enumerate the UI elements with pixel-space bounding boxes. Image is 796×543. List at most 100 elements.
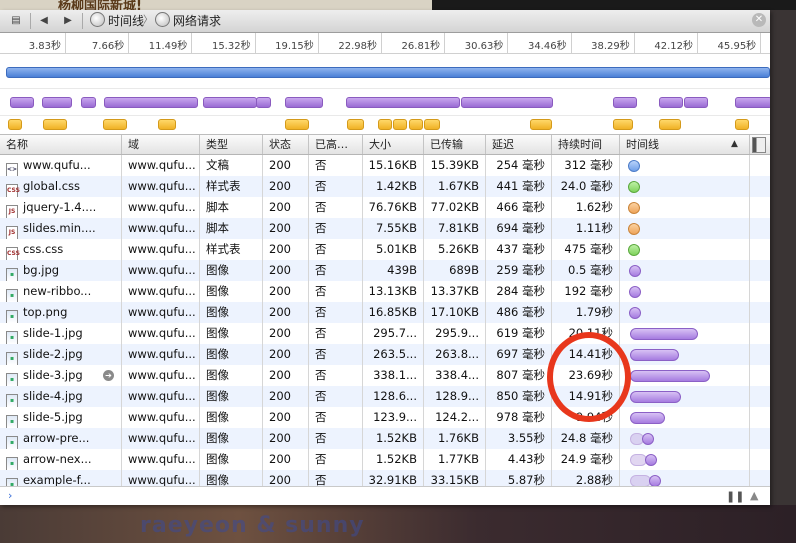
latency-cell: 3.55秒 — [486, 428, 552, 449]
table-row[interactable]: ▪ slide-4.jpg www.qufu... 图像 200 否 128.6... 128… — [0, 386, 770, 407]
table-row[interactable]: ▪ slide-2.jpg www.qufu... 图像 200 否 263.5... 263… — [0, 344, 770, 365]
cached-cell: 否 — [309, 155, 363, 176]
transferred-cell: 263.8... — [424, 344, 486, 365]
latency-cell: 850 毫秒 — [486, 386, 552, 407]
status-cell: 200 — [263, 218, 309, 239]
table-row[interactable]: ▪ arrow-pre... www.qufu... 图像 200 否 1.52KB 1.76… — [0, 428, 770, 449]
overview-row-images — [0, 88, 770, 116]
ruler-tick — [444, 33, 446, 53]
cached-column-header[interactable]: 已高… — [309, 135, 363, 154]
size-column-header[interactable]: 大小 — [363, 135, 424, 154]
duration-column-header[interactable]: 持续时间 — [552, 135, 620, 154]
transferred-column-header[interactable]: 已传输 — [424, 135, 486, 154]
size-cell: 1.42KB — [363, 176, 424, 197]
sort-ascending-icon[interactable]: ▲ — [731, 135, 738, 154]
table-row[interactable]: ▪ bg.jpg www.qufu... 图像 200 否 439B 689B 259 毫秒 0.… — [0, 260, 770, 281]
go-to-resource-icon[interactable]: ➔ — [103, 370, 114, 381]
overview-bar — [530, 119, 552, 130]
highlight-circle-annotation — [547, 332, 631, 422]
resource-name: slide-2.jpg — [23, 347, 83, 361]
cached-cell: 否 — [309, 449, 363, 470]
timeline-ruler: 3.83秒 7.66秒 11.49秒 15.32秒 19.15秒 22.98秒 26.81秒… — [0, 33, 770, 54]
ruler-tick — [381, 33, 382, 53]
transferred-cell: 338.4... — [424, 365, 486, 386]
back-button[interactable]: ◀ — [34, 12, 54, 30]
name-cell: ▪ arrow-pre... — [0, 428, 122, 449]
status-bar: › ❚❚ ▲ — [0, 486, 770, 505]
network-inspector-window: ▤ ◀ ▶ 时间线 〉 网络请求 ✕ 3.83秒 7.66秒 11.49秒 15.32… — [0, 10, 770, 505]
overview-bar — [378, 119, 392, 130]
latency-cell: 807 毫秒 — [486, 365, 552, 386]
status-column-header[interactable]: 状态 — [263, 135, 309, 154]
console-prompt-icon[interactable]: › — [8, 489, 12, 502]
status-cell: 200 — [263, 239, 309, 260]
cached-cell: 否 — [309, 260, 363, 281]
cached-cell: 否 — [309, 323, 363, 344]
duration-cell: 24.8 毫秒 — [552, 428, 620, 449]
css-file-icon: CSS — [6, 184, 20, 197]
type-cell: 图像 — [200, 407, 263, 428]
name-column-header[interactable]: 名称 — [0, 135, 122, 154]
toolbar-menu-button[interactable]: ▤ — [6, 12, 26, 30]
type-cell: 图像 — [200, 344, 263, 365]
name-cell: ▪ new-ribbo... — [0, 281, 122, 302]
breadcrumb-network-requests[interactable]: 网络请求 — [155, 10, 221, 32]
table-row[interactable]: ▪ slide-1.jpg www.qufu... 图像 200 否 295.7... 295… — [0, 323, 770, 344]
overview-bar — [659, 97, 683, 108]
type-cell: 脚本 — [200, 218, 263, 239]
latency-cell: 466 毫秒 — [486, 197, 552, 218]
breadcrumb-timeline[interactable]: 时间线 — [90, 10, 144, 32]
overview-bar — [461, 97, 553, 108]
domain-cell: www.qufu... — [122, 365, 200, 386]
cached-cell: 否 — [309, 197, 363, 218]
column-chooser-icon[interactable] — [752, 137, 766, 153]
timeline-overview[interactable] — [0, 54, 770, 134]
image-file-icon: ▪ — [6, 436, 18, 449]
ruler-tick-label: 15.32秒 — [211, 41, 251, 52]
ruler-tick-label: 30.63秒 — [464, 41, 504, 52]
table-row[interactable]: ▪ arrow-nex... www.qufu... 图像 200 否 1.52KB 1.77… — [0, 449, 770, 470]
table-row[interactable]: ▪ slide-3.jpg www.qufu... 图像 200 否 338.1... 338… — [0, 365, 770, 386]
transferred-cell: 689B — [424, 260, 486, 281]
image-file-icon: ▪ — [6, 310, 18, 323]
latency-cell: 259 毫秒 — [486, 260, 552, 281]
latency-cell: 254 毫秒 — [486, 155, 552, 176]
image-file-icon: ▪ — [6, 289, 18, 302]
table-row[interactable]: CSS global.css www.qufu... 样式表 200 否 1.42KB 1.6… — [0, 176, 770, 197]
status-cell: 200 — [263, 302, 309, 323]
size-cell: 263.5... — [363, 344, 424, 365]
cached-cell: 否 — [309, 218, 363, 239]
table-row[interactable]: <> www.qufu... www.qufu... 文稿 200 否 15.16KB 15.… — [0, 155, 770, 176]
type-cell: 脚本 — [200, 197, 263, 218]
chevron-up-icon[interactable]: ▲ — [750, 489, 758, 502]
latency-column-header[interactable]: 延迟 — [486, 135, 552, 154]
status-cell: 200 — [263, 323, 309, 344]
forward-button[interactable]: ▶ — [58, 12, 78, 30]
resource-name: slide-4.jpg — [23, 389, 83, 403]
transferred-cell: 5.26KB — [424, 239, 486, 260]
table-row[interactable]: ▪ new-ribbo... www.qufu... 图像 200 否 13.13KB 13.… — [0, 281, 770, 302]
table-row[interactable]: ▪ example-f... www.qufu... 图像 200 否 32.91KB 33.… — [0, 470, 770, 487]
status-cell: 200 — [263, 176, 309, 197]
table-row[interactable]: ▪ slide-5.jpg www.qufu... 图像 200 否 123.9... 124… — [0, 407, 770, 428]
latency-cell: 697 毫秒 — [486, 344, 552, 365]
name-cell: JS jquery-1.4.... — [0, 197, 122, 218]
size-cell: 1.52KB — [363, 428, 424, 449]
ruler-tick-label: 26.81秒 — [401, 41, 441, 52]
table-row[interactable]: JS slides.min.... www.qufu... 脚本 200 否 7.55KB 7… — [0, 218, 770, 239]
size-cell: 338.1... — [363, 365, 424, 386]
domain-column-header[interactable]: 域 — [122, 135, 200, 154]
breadcrumb-chevron-icon: 〉 — [143, 15, 153, 26]
overview-bar — [613, 119, 633, 130]
table-row[interactable]: JS jquery-1.4.... www.qufu... 脚本 200 否 76.76KB… — [0, 197, 770, 218]
type-column-header[interactable]: 类型 — [200, 135, 263, 154]
table-row[interactable]: ▪ top.png www.qufu... 图像 200 否 16.85KB 17.10KB 4… — [0, 302, 770, 323]
ruler-tick — [254, 33, 256, 53]
ruler-tick — [570, 33, 572, 53]
table-row[interactable]: CSS css.css www.qufu... 样式表 200 否 5.01KB 5.26KB… — [0, 239, 770, 260]
overview-bar — [10, 97, 34, 108]
transferred-cell: 33.15KB — [424, 470, 486, 487]
close-button[interactable]: ✕ — [752, 13, 766, 27]
resource-name: www.qufu... — [23, 158, 91, 172]
pause-icon[interactable]: ❚❚ — [726, 490, 744, 503]
